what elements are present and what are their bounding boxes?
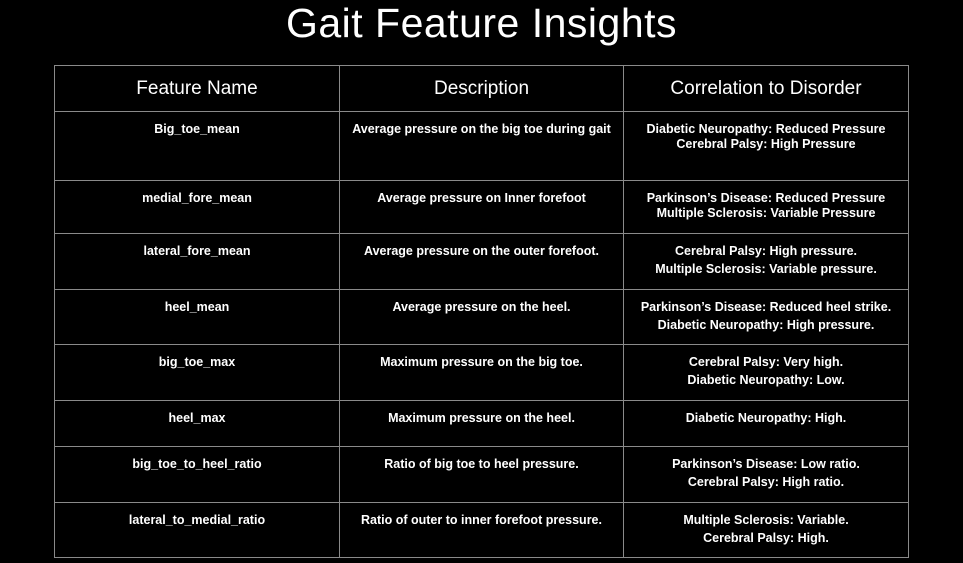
correlation-line: Multiple Sclerosis: Variable Pressure [656,206,876,220]
correlation-line: Parkinson’s Disease: Reduced heel strike… [640,300,892,314]
feature-name-cell: big_toe_to_heel_ratio [54,446,340,503]
correlation-line: Diabetic Neuropathy: High. [685,411,847,425]
correlation-line: Cerebral Palsy: High ratio. [687,475,845,489]
correlation-line: Diabetic Neuropathy: Reduced Pressure [646,122,886,136]
description-cell: Average pressure on the heel. [339,289,624,345]
correlation-cell: Parkinson’s Disease: Reduced heel strike… [623,289,909,345]
correlation-line: Cerebral Palsy: High pressure. [674,244,858,258]
table-row: heel_mean Average pressure on the heel. … [54,289,909,345]
page-title: Gait Feature Insights [285,0,678,46]
correlation-line: Cerebral Palsy: High. [703,531,829,545]
table-row: heel_max Maximum pressure on the heel. D… [54,400,909,447]
correlation-line: Multiple Sclerosis: Variable. [683,513,849,527]
description-cell: Ratio of outer to inner forefoot pressur… [339,502,624,558]
correlation-line: Parkinson’s Disease: Reduced Pressure [646,191,886,205]
table-row: big_toe_max Maximum pressure on the big … [54,344,909,401]
table-row: medial_fore_mean Average pressure on Inn… [54,180,909,234]
correlation-line: Cerebral Palsy: Very high. [688,355,844,369]
correlation-cell: Cerebral Palsy: High pressure. Multiple … [623,233,909,290]
table-header-row: Feature Name Description Correlation to … [54,65,909,112]
correlation-cell: Parkinson’s Disease: Reduced Pressure Mu… [623,180,909,234]
correlation-cell: Multiple Sclerosis: Variable. Cerebral P… [623,502,909,558]
feature-name-cell: lateral_to_medial_ratio [54,502,340,558]
feature-name-cell: medial_fore_mean [54,180,340,234]
correlation-line: Parkinson’s Disease: Low ratio. [672,457,860,471]
header-description: Description [339,65,624,112]
table-row: lateral_fore_mean Average pressure on th… [54,233,909,290]
feature-name-cell: Big_toe_mean [54,111,340,181]
feature-name-cell: big_toe_max [54,344,340,401]
correlation-line: Multiple Sclerosis: Variable pressure. [655,262,877,276]
description-cell: Average pressure on the big toe during g… [339,111,624,181]
description-cell: Maximum pressure on the heel. [339,400,624,447]
correlation-line: Diabetic Neuropathy: Low. [687,373,845,387]
header-correlation: Correlation to Disorder [623,65,909,112]
table-row: Big_toe_mean Average pressure on the big… [54,111,909,181]
description-cell: Ratio of big toe to heel pressure. [339,446,624,503]
feature-name-cell: heel_max [54,400,340,447]
gait-feature-table: Feature Name Description Correlation to … [54,65,909,558]
correlation-cell: Cerebral Palsy: Very high. Diabetic Neur… [623,344,909,401]
description-cell: Average pressure on Inner forefoot [339,180,624,234]
header-feature-name: Feature Name [54,65,340,112]
correlation-cell: Diabetic Neuropathy: High. [623,400,909,447]
correlation-line: Cerebral Palsy: High Pressure [676,137,856,151]
feature-name-cell: lateral_fore_mean [54,233,340,290]
description-cell: Maximum pressure on the big toe. [339,344,624,401]
table-row: lateral_to_medial_ratio Ratio of outer t… [54,502,909,558]
correlation-cell: Parkinson’s Disease: Low ratio. Cerebral… [623,446,909,503]
table-row: big_toe_to_heel_ratio Ratio of big toe t… [54,446,909,503]
feature-name-cell: heel_mean [54,289,340,345]
correlation-line: Diabetic Neuropathy: High pressure. [657,318,875,332]
description-cell: Average pressure on the outer forefoot. [339,233,624,290]
correlation-cell: Diabetic Neuropathy: Reduced Pressure Ce… [623,111,909,181]
